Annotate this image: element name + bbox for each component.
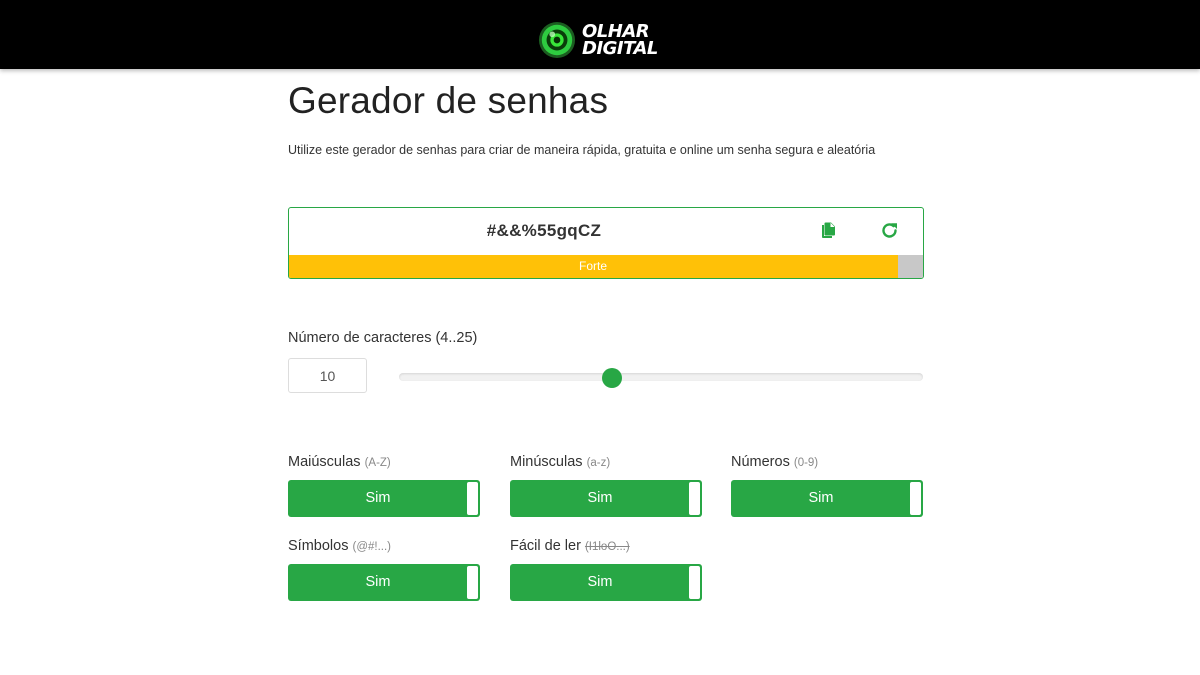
uppercase-toggle-state: Sim — [365, 490, 391, 506]
option-lowercase-hint: (a-z) — [586, 457, 611, 469]
option-uppercase-label: Maiúsculas — [288, 454, 361, 470]
top-header: OLHAR DIGITAL — [0, 0, 1200, 69]
page-title: Gerador de senhas — [288, 80, 609, 121]
symbols-toggle-state: Sim — [365, 574, 391, 590]
toggle-knob — [689, 566, 700, 599]
option-numbers-label: Números — [731, 454, 790, 470]
option-easy-to-read: Fácil de ler (I1loO...) Sim — [510, 538, 702, 601]
option-uppercase-hint: (A-Z) — [364, 457, 391, 469]
page-subtitle: Utilize este gerador de senhas para cria… — [288, 143, 876, 157]
option-easy-to-read-hint: (I1loO...) — [584, 541, 630, 553]
option-uppercase: Maiúsculas (A-Z) Sim — [288, 454, 480, 517]
password-output-box: #&&%55gqCZ Forte — [288, 207, 924, 279]
length-input[interactable] — [288, 358, 367, 393]
toggle-knob — [689, 482, 700, 515]
option-symbols: Símbolos (@#!...) Sim — [288, 538, 480, 601]
option-easy-to-read-label: Fácil de ler — [510, 538, 581, 554]
symbols-toggle[interactable]: Sim — [288, 564, 480, 601]
length-slider[interactable] — [399, 373, 923, 381]
numbers-toggle-state: Sim — [808, 490, 834, 506]
toggle-knob — [467, 566, 478, 599]
strength-label: Forte — [578, 259, 607, 273]
refresh-icon — [882, 223, 897, 238]
copy-button[interactable] — [817, 220, 839, 242]
lowercase-toggle-state: Sim — [587, 490, 613, 506]
option-numbers: Números (0-9) Sim — [731, 454, 923, 517]
toggle-knob — [467, 482, 478, 515]
generated-password[interactable]: #&&%55gqCZ — [289, 221, 799, 241]
refresh-button[interactable] — [879, 220, 901, 242]
option-numbers-hint: (0-9) — [793, 457, 819, 469]
length-slider-thumb[interactable] — [601, 368, 622, 388]
easy-to-read-toggle-state: Sim — [587, 574, 613, 590]
uppercase-toggle[interactable]: Sim — [288, 480, 480, 517]
option-symbols-label: Símbolos — [288, 538, 349, 554]
length-label: Número de caracteres (4..25) — [288, 330, 478, 346]
easy-to-read-toggle[interactable]: Sim — [510, 564, 702, 601]
logo-line-2: DIGITAL — [582, 38, 658, 59]
option-lowercase: Minúsculas (a-z) Sim — [510, 454, 702, 517]
site-logo[interactable]: OLHAR DIGITAL — [538, 20, 658, 60]
copy-icon — [822, 222, 835, 238]
lowercase-toggle[interactable]: Sim — [510, 480, 702, 517]
numbers-toggle[interactable]: Sim — [731, 480, 923, 517]
toggle-knob — [910, 482, 921, 515]
option-symbols-hint: (@#!...) — [352, 541, 391, 553]
option-lowercase-label: Minúsculas — [510, 454, 583, 470]
green-eye-logo-icon — [538, 21, 576, 59]
strength-meter: Forte — [289, 255, 923, 278]
logo-wordmark: OLHAR DIGITAL — [582, 23, 658, 59]
